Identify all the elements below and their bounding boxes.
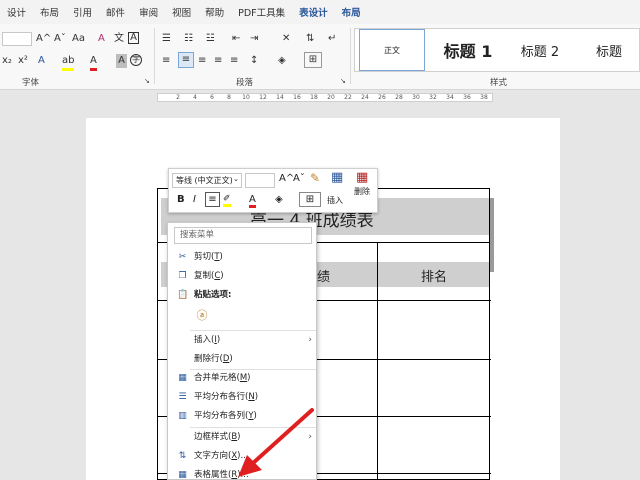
annotation-arrow — [238, 408, 314, 477]
